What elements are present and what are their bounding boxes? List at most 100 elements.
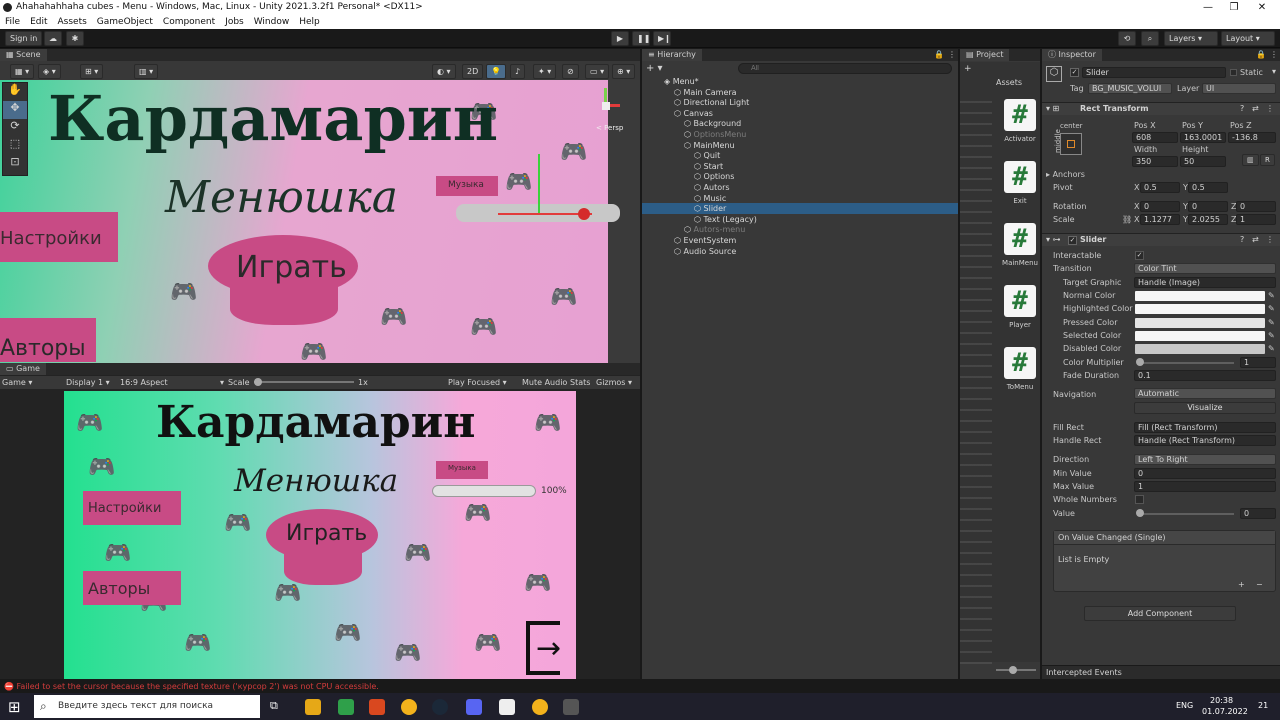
rot-x-field[interactable]: 0 (1140, 201, 1180, 212)
create-asset-button[interactable]: + (964, 64, 972, 74)
height-field[interactable]: 50 (1180, 156, 1226, 167)
rot-z-field[interactable]: 0 (1236, 201, 1276, 212)
sign-in-button[interactable]: Sign in (5, 31, 43, 46)
stats-toggle[interactable]: Stats (570, 376, 590, 389)
component-menu-icon[interactable]: ⋮ (1266, 104, 1274, 113)
add-component-button[interactable]: Add Component (1084, 606, 1236, 621)
lighting-toggle-icon[interactable]: 💡 (486, 64, 506, 79)
hierarchy-tab[interactable]: ≡ Hierarchy (642, 49, 702, 61)
raw-edit-button[interactable]: R (1260, 154, 1275, 166)
menu-file[interactable]: File (0, 15, 25, 29)
hierarchy-item[interactable]: ⬡ Canvas (642, 108, 958, 119)
static-dropdown-icon[interactable]: ▾ (1272, 67, 1276, 76)
handle-rect-field[interactable]: Handle (Rect Transform) (1134, 435, 1276, 446)
aspect-dropdown[interactable]: 16:9 Aspect ▾ (120, 376, 224, 389)
inspector-lock-icon[interactable]: 🔒 (1256, 49, 1266, 61)
eyedropper-icon[interactable]: ✎ (1268, 344, 1275, 353)
file-explorer-icon[interactable] (305, 699, 321, 715)
scale-z-field[interactable]: 1 (1236, 214, 1276, 225)
scale-y-field[interactable]: 2.0255 (1188, 214, 1228, 225)
hidden-objects-icon[interactable]: ⊘ (562, 64, 579, 79)
intercepted-events-bar[interactable]: Intercepted Events (1042, 665, 1280, 679)
csharp-script-icon[interactable]: # (1004, 99, 1036, 131)
layer-dropdown[interactable]: UI (1202, 83, 1276, 94)
close-button[interactable]: ✕ (1250, 0, 1274, 15)
hierarchy-item[interactable]: ⬡ Music (642, 193, 958, 204)
menu-assets[interactable]: Assets (53, 15, 92, 29)
eyedropper-icon[interactable]: ✎ (1268, 331, 1275, 340)
color-multiplier-handle[interactable] (1136, 358, 1144, 366)
whole-numbers-checkbox[interactable] (1135, 495, 1144, 504)
effects-dropdown[interactable]: ✦ ▾ (533, 64, 557, 79)
layers-dropdown[interactable]: Layers ▾ (1164, 31, 1218, 46)
status-bar[interactable]: ⛔ Failed to set the cursor because the s… (0, 680, 1280, 693)
preset-icon[interactable]: ⇄ (1252, 104, 1259, 113)
notification-count[interactable]: 21 (1258, 701, 1268, 710)
draw-mode-dropdown[interactable]: ▦ ▾ (10, 64, 35, 79)
fade-duration-field[interactable]: 0.1 (1134, 370, 1276, 381)
slider-help-icon[interactable]: ? (1240, 235, 1244, 244)
minimize-button[interactable]: — (1196, 0, 1220, 15)
visualize-button[interactable]: Visualize (1134, 402, 1276, 414)
history-icon[interactable]: ⟲ (1118, 31, 1136, 46)
slider-component-header[interactable]: ▾ ⊶ ✓ Slider ? ⇄ ⋮ (1042, 233, 1280, 246)
inspector-more-icon[interactable]: ⋮ (1270, 49, 1278, 61)
gizmos-dropdown[interactable]: ⊕ ▾ (612, 64, 636, 79)
toggle-2d-button[interactable]: 2D (462, 64, 484, 79)
interactable-checkbox[interactable]: ✓ (1135, 251, 1144, 260)
remove-event-icon[interactable]: − (1256, 580, 1263, 589)
hierarchy-item[interactable]: ⬡ Start (642, 161, 958, 172)
inspector-tab[interactable]: ⓘ Inspector (1042, 49, 1102, 61)
play-focused-dropdown[interactable]: Play Focused ▾ (448, 376, 507, 389)
display-dropdown[interactable]: Display 1 ▾ (66, 376, 110, 389)
move-tool-icon[interactable]: ✥ (3, 101, 27, 119)
camera-dropdown[interactable]: ▭ ▾ (585, 64, 610, 79)
hierarchy-item[interactable]: ⬡ MainMenu (642, 140, 958, 151)
help-icon[interactable]: ? (1240, 104, 1244, 113)
value-slider-handle[interactable] (1136, 509, 1144, 517)
menu-edit[interactable]: Edit (25, 15, 52, 29)
csharp-script-icon[interactable]: # (1004, 161, 1036, 193)
office-icon[interactable] (369, 699, 385, 715)
rect-transform-header[interactable]: ▾ ⊞ Rect Transform ? ⇄ ⋮ (1042, 102, 1280, 115)
game-view-dropdown[interactable]: Game ▾ (2, 376, 32, 389)
gizmo-x-handle[interactable] (578, 208, 590, 220)
value-slider[interactable] (1138, 513, 1234, 515)
shading-mode-icon[interactable]: ◐ ▾ (432, 64, 456, 79)
direction-dropdown[interactable]: Left To Right (1134, 454, 1276, 465)
hierarchy-item[interactable]: ⬡ Background (642, 118, 958, 129)
game-tab[interactable]: ▭ Game (0, 363, 46, 375)
unity-hub-icon[interactable] (499, 699, 515, 715)
create-dropdown[interactable]: + ▾ (646, 63, 663, 74)
navigation-dropdown[interactable]: Automatic (1134, 388, 1276, 399)
hand-tool-icon[interactable]: ✋ (3, 83, 27, 101)
color-multiplier-field[interactable]: 1 (1240, 357, 1276, 368)
menu-gameobject[interactable]: GameObject (92, 15, 158, 29)
maximize-button[interactable]: ❐ (1222, 0, 1246, 15)
chrome-icon[interactable] (532, 699, 548, 715)
hierarchy-item[interactable]: ◈ Menu* (642, 76, 958, 87)
active-checkbox[interactable]: ✓ (1070, 68, 1079, 77)
unity-editor-icon[interactable] (563, 699, 579, 715)
rect-tool-icon[interactable]: ⬚ (3, 137, 27, 155)
pos-z-field[interactable]: -136.8 (1228, 132, 1276, 143)
more-options-icon[interactable]: ⋮ (948, 49, 956, 61)
object-name-field[interactable]: Slider (1082, 67, 1226, 78)
blueprint-mode-button[interactable]: ▥ (1242, 154, 1259, 166)
pause-icon[interactable]: ❚❚ (632, 31, 650, 46)
hierarchy-item[interactable]: ⬡ Text (Legacy) (642, 214, 958, 225)
transition-dropdown[interactable]: Color Tint (1134, 263, 1276, 274)
eyedropper-icon[interactable]: ✎ (1268, 318, 1275, 327)
hierarchy-item[interactable]: ⬡ Autors (642, 182, 958, 193)
hierarchy-search-input[interactable] (738, 63, 952, 74)
hierarchy-item[interactable]: ⬡ Options (642, 171, 958, 182)
scale-slider-handle[interactable] (254, 378, 262, 386)
pivot-y-field[interactable]: 0.5 (1188, 182, 1228, 193)
steam-icon[interactable] (432, 699, 448, 715)
csharp-script-icon[interactable]: # (1004, 223, 1036, 255)
scene-orientation-gizmo[interactable] (594, 88, 620, 122)
max-value-field[interactable]: 1 (1134, 481, 1276, 492)
fill-rect-field[interactable]: Fill (Rect Transform) (1134, 422, 1276, 433)
eyedropper-icon[interactable]: ✎ (1268, 291, 1275, 300)
csharp-script-icon[interactable]: # (1004, 347, 1036, 379)
